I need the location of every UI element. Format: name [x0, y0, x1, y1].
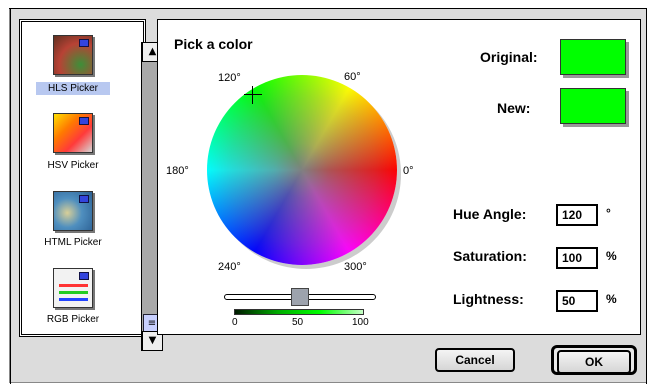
saturation-input[interactable]: 100: [556, 247, 598, 269]
picker-label-html: HTML Picker: [44, 237, 102, 248]
original-color-swatch: [560, 39, 626, 75]
hue-unit: °: [606, 206, 611, 220]
html-picker-icon: [53, 191, 93, 231]
picker-label-hls: HLS Picker: [36, 82, 110, 95]
hue-angle-label: Hue Angle:: [453, 206, 527, 222]
slider-tick-label: 0: [232, 317, 238, 328]
lightness-slider[interactable]: 0 50 100: [224, 288, 378, 328]
picker-list[interactable]: HLS Picker HSV Picker HTML Picker RGB Pi…: [19, 19, 163, 351]
picker-label-rgb: RGB Picker: [46, 314, 100, 325]
wheel-degree-label: 120°: [218, 72, 241, 84]
ok-button[interactable]: OK: [557, 350, 631, 374]
hue-angle-input[interactable]: 120: [556, 204, 598, 226]
picker-label-hsv: HSV Picker: [47, 160, 99, 171]
wheel-degree-label: 0°: [403, 165, 414, 177]
new-label: New:: [497, 100, 531, 116]
panel-title: Pick a color: [174, 36, 253, 52]
saturation-label: Saturation:: [453, 248, 527, 264]
slider-thumb[interactable]: [291, 288, 309, 306]
slider-tick-label: 100: [352, 317, 369, 328]
slider-tick-label: 50: [292, 317, 304, 328]
original-label: Original:: [480, 49, 538, 65]
wheel-degree-label: 60°: [344, 71, 361, 83]
wheel-degree-label: 300°: [344, 261, 367, 273]
main-panel: Pick a color 120° 60° 180° 0° 240° 300° …: [157, 19, 641, 335]
dialog-top-border: [9, 8, 647, 9]
down-arrow-icon: ▼: [148, 335, 157, 346]
grip-icon: ≡: [147, 318, 157, 329]
wheel-degree-label: 240°: [218, 261, 241, 273]
hls-picker-icon: [53, 35, 93, 75]
dialog-left-border: [10, 8, 11, 384]
new-color-swatch: [560, 88, 626, 124]
wheel-cursor-icon: [244, 86, 262, 104]
hsv-picker-icon: [53, 113, 93, 153]
color-wheel[interactable]: [207, 75, 397, 265]
lightness-label: Lightness:: [453, 291, 524, 307]
saturation-unit: %: [606, 249, 617, 263]
cancel-button[interactable]: Cancel: [435, 348, 515, 372]
rgb-picker-icon: [53, 268, 93, 308]
lightness-input[interactable]: 50: [556, 290, 598, 312]
dialog-right-border: [646, 8, 647, 384]
up-arrow-icon: ▲: [148, 46, 157, 57]
lightness-gradient-bar: [234, 309, 364, 315]
lightness-unit: %: [606, 292, 617, 306]
wheel-degree-label: 180°: [166, 165, 189, 177]
